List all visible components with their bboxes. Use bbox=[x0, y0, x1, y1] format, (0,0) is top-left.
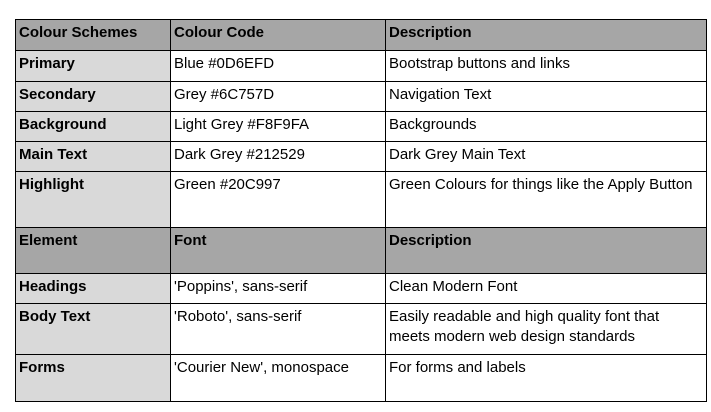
row-label: Forms bbox=[15, 354, 171, 402]
colour-code-cell: Light Grey #F8F9FA bbox=[170, 111, 386, 142]
table-row: Forms 'Courier New', monospace For forms… bbox=[15, 354, 707, 402]
row-label: Highlight bbox=[15, 171, 171, 228]
column-header: Colour Schemes bbox=[15, 19, 171, 51]
table-row: Headings 'Poppins', sans-serif Clean Mod… bbox=[15, 273, 707, 304]
font-cell: 'Roboto', sans-serif bbox=[170, 303, 386, 355]
row-label: Primary bbox=[15, 50, 171, 82]
table-row: Background Light Grey #F8F9FA Background… bbox=[15, 111, 707, 142]
column-header: Element bbox=[15, 227, 171, 274]
style-guide-table: Colour Schemes Colour Code Description P… bbox=[15, 19, 707, 402]
font-cell: 'Courier New', monospace bbox=[170, 354, 386, 402]
colour-code-cell: Dark Grey #212529 bbox=[170, 141, 386, 172]
description-cell: Green Colours for things like the Apply … bbox=[385, 171, 707, 228]
table-row: Main Text Dark Grey #212529 Dark Grey Ma… bbox=[15, 141, 707, 172]
column-header: Description bbox=[385, 227, 707, 274]
description-cell: Bootstrap buttons and links bbox=[385, 50, 707, 82]
description-cell: Backgrounds bbox=[385, 111, 707, 142]
table-row: Body Text 'Roboto', sans-serif Easily re… bbox=[15, 303, 707, 355]
table-row: Secondary Grey #6C757D Navigation Text bbox=[15, 81, 707, 112]
description-cell: Clean Modern Font bbox=[385, 273, 707, 304]
row-label: Body Text bbox=[15, 303, 171, 355]
row-label: Headings bbox=[15, 273, 171, 304]
column-header: Description bbox=[385, 19, 707, 51]
colour-code-cell: Grey #6C757D bbox=[170, 81, 386, 112]
font-cell: 'Poppins', sans-serif bbox=[170, 273, 386, 304]
column-header: Colour Code bbox=[170, 19, 386, 51]
description-cell: For forms and labels bbox=[385, 354, 707, 402]
table-row: Highlight Green #20C997 Green Colours fo… bbox=[15, 171, 707, 228]
colour-code-cell: Blue #0D6EFD bbox=[170, 50, 386, 82]
row-label: Background bbox=[15, 111, 171, 142]
column-header: Font bbox=[170, 227, 386, 274]
description-cell: Navigation Text bbox=[385, 81, 707, 112]
description-cell: Dark Grey Main Text bbox=[385, 141, 707, 172]
description-cell: Easily readable and high quality font th… bbox=[385, 303, 707, 355]
row-label: Secondary bbox=[15, 81, 171, 112]
colour-code-cell: Green #20C997 bbox=[170, 171, 386, 228]
table-row: Primary Blue #0D6EFD Bootstrap buttons a… bbox=[15, 50, 707, 82]
row-label: Main Text bbox=[15, 141, 171, 172]
font-header-row: Element Font Description bbox=[15, 227, 707, 274]
colour-header-row: Colour Schemes Colour Code Description bbox=[15, 19, 707, 51]
